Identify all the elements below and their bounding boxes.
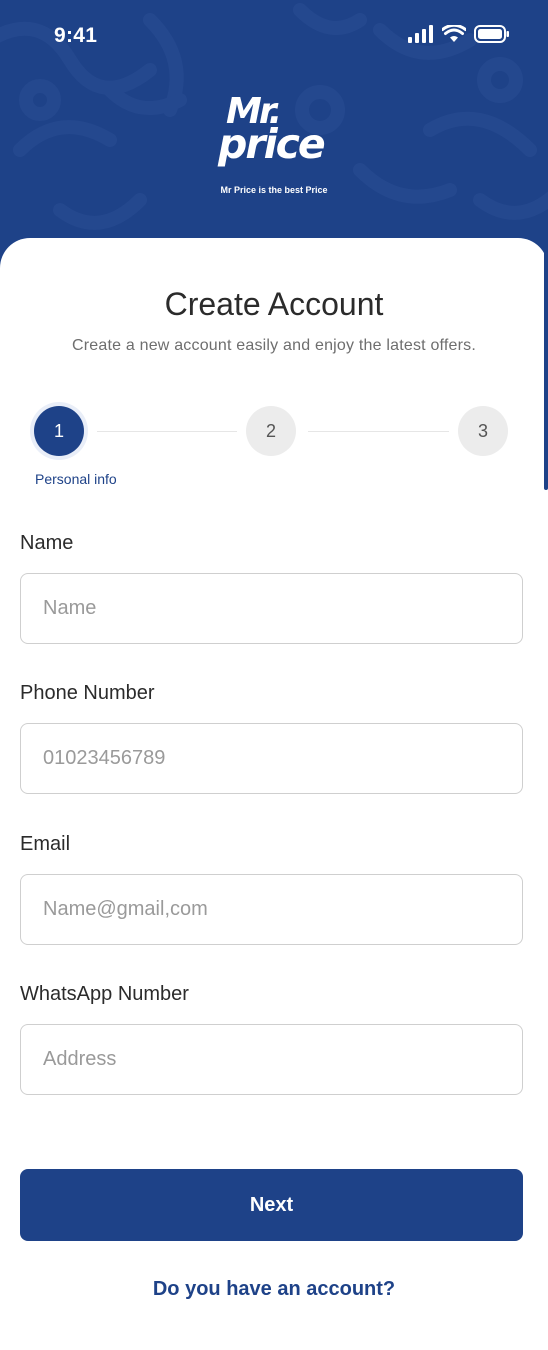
battery-icon xyxy=(474,25,510,48)
name-label: Name xyxy=(20,532,74,554)
page-subtitle: Create a new account easily and enjoy th… xyxy=(71,337,477,354)
scrollbar[interactable] xyxy=(544,250,548,490)
signal-icon xyxy=(408,25,434,48)
next-button[interactable]: Next xyxy=(20,1169,523,1241)
whatsapp-label: WhatsApp Number xyxy=(20,983,189,1005)
header: 9:41 Mr. price Mr Price is the best Pric… xyxy=(0,0,548,260)
login-link[interactable]: Do you have an account? xyxy=(0,1278,548,1301)
name-input[interactable] xyxy=(20,573,523,644)
phone-label: Phone Number xyxy=(20,682,155,704)
phone-input[interactable] xyxy=(20,723,523,794)
email-label: Email xyxy=(20,833,71,855)
step-2[interactable]: 2 xyxy=(246,406,296,456)
signup-card: Create Account Create a new account easi… xyxy=(0,238,548,1350)
brand-logo: Mr. price Mr Price is the best Price xyxy=(0,94,548,204)
whatsapp-input[interactable] xyxy=(20,1024,523,1095)
logo-price-text: price xyxy=(218,120,326,168)
email-input[interactable] xyxy=(20,874,523,945)
wifi-icon xyxy=(441,23,467,48)
step-connector-2 xyxy=(308,431,449,432)
page-title: Create Account xyxy=(164,286,384,322)
status-time: 9:41 xyxy=(54,24,98,47)
status-bar: 9:41 xyxy=(0,0,548,72)
step-connector-1 xyxy=(97,431,237,432)
status-icons xyxy=(408,23,510,48)
step-3[interactable]: 3 xyxy=(458,406,508,456)
progress-stepper: 1 2 3 Personal info xyxy=(0,406,548,496)
brand-tagline: Mr Price is the best Price xyxy=(220,185,328,195)
step-1-label: Personal info xyxy=(35,471,117,487)
step-1[interactable]: 1 xyxy=(34,406,84,456)
